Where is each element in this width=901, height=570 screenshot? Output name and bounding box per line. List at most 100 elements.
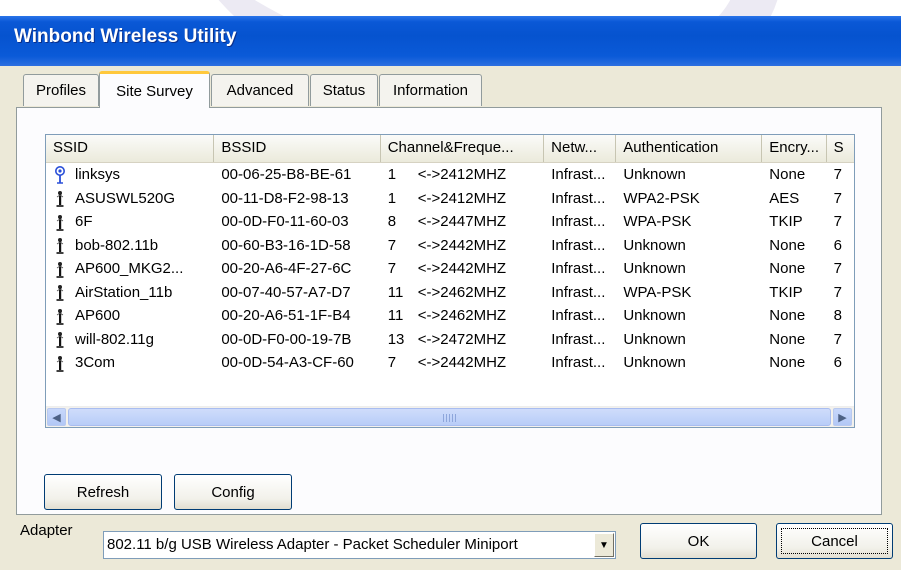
network-type-cell: Infrast... — [551, 354, 606, 372]
column-header-channel[interactable]: Channel&Freque... — [380, 135, 545, 162]
encryption-cell: None — [769, 236, 806, 254]
ap-icon — [53, 330, 67, 349]
ssid-cell: 6F — [46, 213, 214, 231]
table-row[interactable]: bob-802.11b 00-60-B3-16-1D-58 7 <->2442MHZ I… — [46, 234, 854, 258]
channel-cell: 11 <->2462MHZ — [381, 307, 544, 324]
table-row[interactable]: AP600_MKG2... 00-20-A6-4F-27-6C 7 <->2442MH… — [46, 257, 854, 281]
channel-number: 8 — [387, 213, 397, 231]
frequency-text: <->2442MHZ — [417, 260, 507, 278]
frequency-text: <->2462MHZ — [417, 283, 507, 301]
cancel-button[interactable]: Cancel — [776, 523, 893, 559]
network-type-cell: Infrast... — [551, 189, 606, 207]
signal-cell: 7 — [833, 213, 842, 231]
channel-cell: 7 <->2442MHZ — [381, 354, 544, 371]
ssid-cell: AP600 — [46, 307, 214, 325]
table-row[interactable]: linksys 00-06-25-B8-BE-61 1 <->2412MHZ Infra… — [46, 163, 854, 187]
horizontal-scrollbar[interactable]: ◀ ▶ — [46, 406, 854, 427]
ok-button[interactable]: OK — [640, 523, 757, 559]
ssid-cell: linksys — [46, 165, 214, 184]
frequency-text: <->2462MHZ — [417, 307, 507, 325]
encryption-cell: None — [769, 354, 806, 372]
site-survey-panel: SSID BSSID Channel&Freque... Netw... Aut… — [16, 107, 882, 515]
encryption-cell: TKIP — [769, 213, 803, 231]
authentication-cell: WPA2-PSK — [623, 189, 700, 207]
bssid-cell: 00-60-B3-16-1D-58 — [221, 236, 351, 254]
column-header-authentication[interactable]: Authentication — [616, 135, 763, 162]
tab-label: Status — [322, 82, 366, 99]
config-button[interactable]: Config — [174, 474, 292, 510]
tab-label: Information — [392, 82, 469, 99]
adapter-selected-value: 802.11 b/g USB Wireless Adapter - Packet… — [107, 536, 518, 553]
ap-icon — [53, 307, 67, 325]
bssid-cell: 00-07-40-57-A7-D7 — [221, 283, 351, 301]
encryption-cell: None — [769, 307, 806, 325]
refresh-button-label: Refresh — [76, 483, 130, 501]
table-row[interactable]: ASUSWL520G 00-11-D8-F2-98-13 1 <->2412MHZ In… — [46, 187, 854, 211]
table-row[interactable]: AP600 00-20-A6-51-1F-B4 11 <->2462MHZ Infras… — [46, 304, 854, 328]
ssid-cell: AP600_MKG2... — [46, 260, 214, 278]
network-type-cell: Infrast... — [551, 213, 606, 231]
scroll-right-icon[interactable]: ▶ — [833, 408, 852, 426]
scrollbar-grip-icon — [443, 414, 457, 422]
frequency-text: <->2442MHZ — [417, 354, 507, 372]
tab-profiles[interactable]: Profiles — [23, 74, 99, 106]
refresh-button[interactable]: Refresh — [44, 474, 162, 510]
column-header-encryption[interactable]: Encry... — [762, 135, 827, 162]
signal-cell: 6 — [833, 354, 842, 372]
tab-label: Profiles — [35, 82, 87, 99]
scrollbar-thumb[interactable] — [68, 408, 831, 426]
adapter-dropdown[interactable]: 802.11 b/g USB Wireless Adapter - Packet… — [103, 531, 616, 559]
ap-icon — [53, 354, 67, 372]
tab-status[interactable]: Status — [310, 74, 378, 106]
scroll-left-icon[interactable]: ◀ — [47, 408, 66, 426]
channel-cell: 8 <->2447MHZ — [381, 213, 544, 230]
table-row[interactable]: 6F 00-0D-F0-11-60-03 8 <->2447MHZ Infrast...… — [46, 210, 854, 234]
site-survey-list[interactable]: SSID BSSID Channel&Freque... Netw... Aut… — [45, 134, 855, 428]
ok-button-label: OK — [687, 532, 710, 550]
column-header-ssid[interactable]: SSID — [46, 135, 215, 162]
encryption-cell: AES — [769, 189, 800, 207]
authentication-cell: Unknown — [623, 354, 686, 372]
table-row[interactable]: 3Com 00-0D-54-A3-CF-60 7 <->2442MHZ Infrast.… — [46, 351, 854, 375]
column-header-bssid[interactable]: BSSID — [214, 135, 381, 162]
ssid-text: AP600 — [75, 307, 121, 325]
ap-icon — [53, 260, 67, 278]
channel-number: 11 — [387, 307, 404, 325]
ssid-text: 6F — [75, 213, 93, 231]
tab-advanced[interactable]: Advanced — [211, 74, 309, 106]
adapter-label: Adapter — [20, 522, 73, 539]
bssid-cell: 00-0D-F0-11-60-03 — [221, 213, 349, 231]
ssid-text: AirStation_11b — [75, 283, 173, 301]
ssid-text: bob-802.11b — [75, 236, 159, 254]
ssid-text: 3Com — [75, 354, 116, 372]
ssid-text: will-802.11g — [75, 330, 154, 348]
table-row[interactable]: will-802.11g 00-0D-F0-00-19-7B 13 <->2472MH… — [46, 328, 854, 352]
dropdown-arrow-icon[interactable]: ▼ — [594, 533, 614, 557]
authentication-cell: Unknown — [623, 166, 686, 184]
frequency-text: <->2472MHZ — [417, 330, 507, 348]
signal-cell: 7 — [833, 166, 842, 184]
column-header-signal[interactable]: S — [826, 135, 854, 162]
ap-icon — [53, 189, 67, 208]
channel-cell: 13 <->2472MHZ — [381, 331, 544, 348]
bssid-cell: 00-11-D8-F2-98-13 — [221, 189, 349, 207]
connected-ap-icon — [53, 165, 67, 184]
table-row[interactable]: AirStation_11b 00-07-40-57-A7-D7 11 <->2462… — [46, 281, 854, 305]
tab-site-survey[interactable]: Site Survey — [99, 71, 210, 108]
network-type-cell: Infrast... — [551, 283, 606, 301]
signal-cell: 8 — [833, 307, 842, 325]
signal-cell: 7 — [833, 330, 842, 348]
authentication-cell: WPA-PSK — [623, 213, 692, 231]
channel-cell: 1 <->2412MHZ — [381, 166, 544, 183]
channel-cell: 11 <->2462MHZ — [381, 284, 544, 301]
bssid-cell: 00-0D-F0-00-19-7B — [221, 330, 352, 348]
title-bar[interactable]: Winbond Wireless Utility — [0, 16, 901, 66]
network-type-cell: Infrast... — [551, 236, 606, 254]
ssid-cell: 3Com — [46, 354, 214, 372]
list-header: SSID BSSID Channel&Freque... Netw... Aut… — [46, 135, 854, 163]
column-header-network[interactable]: Netw... — [544, 135, 617, 162]
ap-icon — [53, 213, 67, 231]
tab-information[interactable]: Information — [379, 74, 482, 106]
bssid-cell: 00-06-25-B8-BE-61 — [221, 166, 352, 184]
ssid-cell: will-802.11g — [46, 330, 214, 349]
